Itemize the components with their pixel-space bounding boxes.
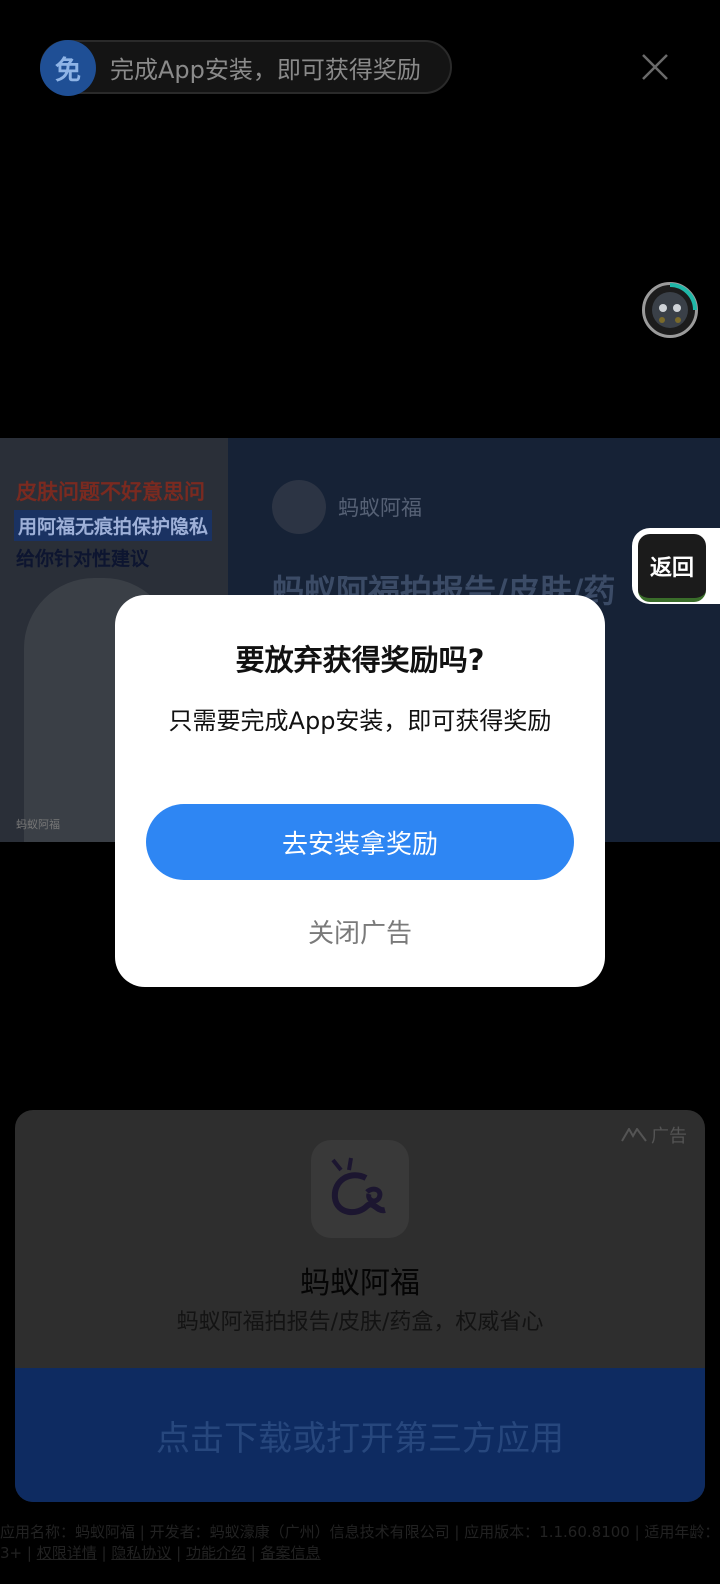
dialog-message: 只需要完成App安装，即可获得奖励 bbox=[168, 707, 552, 735]
app-description: 蚂蚁阿福拍报告/皮肤/药盒，权威省心 bbox=[176, 1310, 544, 1335]
reward-hint-text: 完成App安装，即可获得奖励 bbox=[110, 55, 421, 84]
permission-details-link[interactable]: 权限详情 bbox=[37, 1544, 97, 1562]
app-name: 蚂蚁阿福 bbox=[300, 1266, 420, 1301]
ad-poster-footer: 蚂蚁阿福 bbox=[16, 818, 60, 831]
free-badge: 免 bbox=[40, 40, 96, 96]
dialog-title: 要放弃获得奖励吗? bbox=[235, 643, 485, 677]
avatar-icon[interactable] bbox=[642, 282, 698, 338]
feature-intro-link[interactable]: 功能介绍 bbox=[186, 1544, 246, 1562]
app-logo-icon bbox=[311, 1140, 409, 1238]
reward-hint-banner: 免 完成App安装，即可获得奖励 bbox=[40, 40, 452, 96]
install-for-reward-button[interactable]: 去安装拿奖励 bbox=[146, 804, 574, 880]
brand-logo-icon bbox=[272, 480, 326, 534]
back-button-label: 返回 bbox=[638, 534, 706, 602]
app-info-text: 应用名称：蚂蚁阿福 | 开发者：蚂蚁濠康（广州）信息技术有限公司 | 应用版本：… bbox=[0, 1523, 720, 1562]
app-download-card[interactable]: 广告 蚂蚁阿福 蚂蚁阿福拍报告/皮肤/药盒，权威省心 点击下载或打开第三方应用 bbox=[15, 1110, 705, 1502]
ad-poster-line2: 用阿福无痕拍保护隐私 bbox=[14, 510, 213, 541]
ad-label: 广告 bbox=[651, 1126, 687, 1147]
close-ad-button[interactable]: 关闭广告 bbox=[115, 913, 605, 950]
app-info-footer: 应用名称：蚂蚁阿福 | 开发者：蚂蚁濠康（广州）信息技术有限公司 | 应用版本：… bbox=[0, 1523, 720, 1562]
close-icon[interactable] bbox=[640, 52, 670, 82]
ad-mark-icon bbox=[621, 1128, 647, 1142]
ad-poster-line1: 皮肤问题不好意思问 bbox=[16, 480, 205, 504]
ad-mark: 广告 bbox=[621, 1122, 687, 1148]
ad-poster-line3: 给你针对性建议 bbox=[16, 548, 150, 570]
download-button[interactable]: 点击下载或打开第三方应用 bbox=[15, 1368, 705, 1502]
abandon-reward-dialog: 要放弃获得奖励吗? 只需要完成App安装，即可获得奖励 去安装拿奖励 关闭广告 bbox=[115, 595, 605, 987]
privacy-policy-link[interactable]: 隐私协议 bbox=[111, 1544, 171, 1562]
ad-brand-name: 蚂蚁阿福 bbox=[338, 496, 422, 520]
filing-info-link[interactable]: 备案信息 bbox=[261, 1544, 321, 1562]
back-button[interactable]: 返回 bbox=[632, 528, 720, 604]
